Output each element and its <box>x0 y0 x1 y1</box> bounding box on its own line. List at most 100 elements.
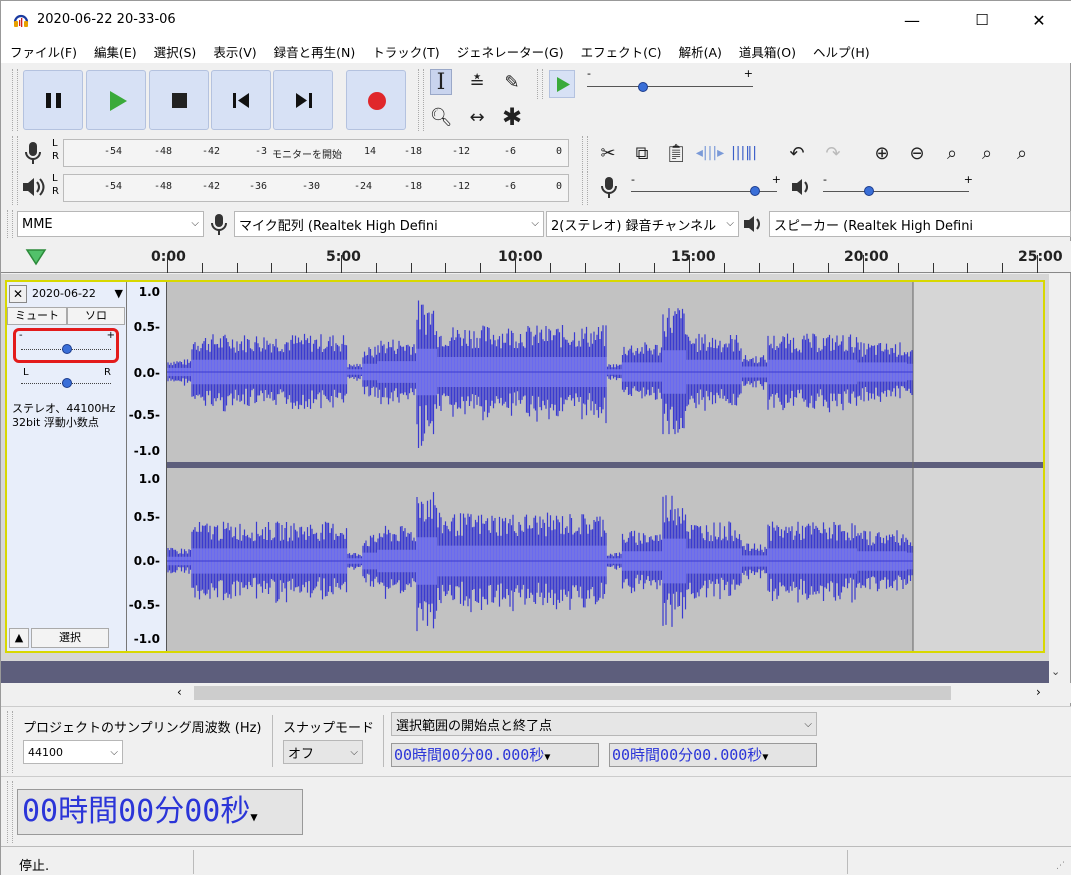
menu-item[interactable]: ファイル(F) <box>10 42 77 61</box>
menu-item[interactable]: 選択(S) <box>154 42 197 61</box>
toolbar-grip[interactable] <box>12 136 18 170</box>
timeshift-tool-button[interactable]: ↔ <box>466 104 488 130</box>
record-volume-slider[interactable]: - + <box>631 173 781 201</box>
copy-icon[interactable]: ⧉ <box>627 137 657 169</box>
slider-thumb[interactable] <box>750 186 760 196</box>
draw-tool-button[interactable]: ✎ <box>501 69 523 95</box>
ruler-label: 5:00 <box>326 249 361 265</box>
record-button[interactable] <box>346 70 406 130</box>
waveform[interactable] <box>167 282 1043 651</box>
redo-icon[interactable]: ↷ <box>817 137 849 169</box>
menu-item[interactable]: ヘルプ(H) <box>813 42 870 61</box>
menu-item[interactable]: 解析(A) <box>679 42 722 61</box>
solo-button[interactable]: ソロ <box>67 307 125 325</box>
close-button[interactable]: ✕ <box>1016 1 1062 39</box>
skip-to-end-button[interactable] <box>273 70 333 130</box>
zoom-out-icon[interactable]: ⊖ <box>901 137 933 169</box>
speaker-icon[interactable] <box>20 175 46 199</box>
record-meter[interactable]: -54 -48 -42 -3 モニターを開始 14 -18 -12 -6 0 <box>63 139 569 167</box>
toolbar-grip[interactable] <box>582 171 588 205</box>
resize-grip-icon[interactable]: ⋰ <box>1056 861 1065 871</box>
fit-selection-icon[interactable]: ⌕ <box>936 137 968 169</box>
audio-host-select[interactable]: MME ⌵ <box>17 211 204 237</box>
status-text: 停止. <box>19 859 50 874</box>
minimize-button[interactable]: — <box>889 1 935 39</box>
scroll-left-icon[interactable]: ‹ <box>177 685 182 699</box>
toolbar-grip[interactable] <box>418 69 424 131</box>
envelope-tool-button[interactable]: ≛ <box>466 69 488 95</box>
play-at-speed-button[interactable] <box>549 70 575 98</box>
menu-item[interactable]: 編集(E) <box>94 42 137 61</box>
selection-mode-select[interactable]: 選択範囲の開始点と終了点 ⌵ <box>391 712 817 736</box>
slider-thumb[interactable] <box>638 82 648 92</box>
recording-device-select[interactable]: マイク配列 (Realtek High Defini ⌵ <box>234 211 544 237</box>
playback-volume-slider[interactable]: - + <box>823 173 973 201</box>
microphone-icon[interactable] <box>22 140 44 166</box>
recording-channels-select[interactable]: 2(ステレオ) 録音チャンネル ⌵ <box>546 211 739 237</box>
select-track-button[interactable]: 選択 <box>31 628 109 648</box>
snap-mode-select[interactable]: オフ ⌵ <box>283 740 363 764</box>
trim-icon[interactable]: ◂|||▸ <box>695 137 725 169</box>
skip-to-start-button[interactable] <box>211 70 271 130</box>
amplitude-label: -1.0 <box>133 444 160 458</box>
collapse-track-button[interactable]: ▲ <box>9 628 29 648</box>
scroll-right-icon[interactable]: › <box>1036 685 1041 699</box>
slider-thumb[interactable] <box>62 378 72 388</box>
multi-tool-button[interactable]: ✱ <box>501 103 523 131</box>
close-track-button[interactable]: ✕ <box>9 285 27 303</box>
cut-icon[interactable]: ✂ <box>593 137 623 169</box>
window-title: 2020-06-22 20-33-06 <box>37 12 176 27</box>
toolbar-grip[interactable] <box>12 171 18 205</box>
vertical-ruler[interactable]: 1.0 0.5- 0.0- -0.5- -1.0 1.0 0.5- 0.0- -0.5- -1.0 <box>127 282 167 651</box>
stop-button[interactable] <box>149 70 209 130</box>
selection-tool-button[interactable]: I <box>430 69 452 95</box>
play-icon <box>110 91 127 111</box>
toolbar-grip[interactable] <box>12 69 18 131</box>
scroll-down-icon[interactable]: ⌄ <box>1051 665 1060 678</box>
toolbar-grip[interactable] <box>537 69 543 99</box>
menu-item[interactable]: トラック(T) <box>372 42 439 61</box>
undo-icon[interactable]: ↶ <box>781 137 813 169</box>
ibeam-icon: I <box>436 69 446 95</box>
scroll-thumb[interactable] <box>194 686 951 700</box>
fit-project-icon[interactable]: ⌕ <box>971 137 1003 169</box>
project-rate-select[interactable]: 44100 ⌵ <box>23 740 123 764</box>
play-icon <box>557 77 570 92</box>
menu-bar: ファイル(F) 編集(E) 選択(S) 表示(V) 録音と再生(N) トラック(T) ジェネ… <box>1 39 1071 63</box>
pan-slider[interactable]: L R <box>17 367 115 393</box>
menu-item[interactable]: エフェクト(C) <box>581 42 662 61</box>
asterisk-icon: ✱ <box>501 103 523 131</box>
zoom-toggle-icon[interactable]: ⌕ <box>1006 137 1038 169</box>
playback-device-select[interactable]: スピーカー (Realtek High Defini <box>769 211 1071 237</box>
zoom-tool-button[interactable]: 🔍︎ <box>430 104 453 130</box>
play-speed-slider[interactable]: - + <box>587 67 757 93</box>
pause-button[interactable] <box>23 70 83 130</box>
toolbar-grip[interactable] <box>582 136 588 170</box>
audio-position-display[interactable]: 00時間00分00秒▼ <box>17 789 303 835</box>
selection-start-time[interactable]: 00時間00分00.000秒▼ <box>391 743 599 767</box>
amplitude-label: 1.0 <box>138 285 160 299</box>
slider-thumb[interactable] <box>62 344 72 354</box>
horizontal-scrollbar[interactable]: ‹ › <box>1 683 1071 703</box>
track-control-panel: ✕ 2020-06-22 ▼ ミュート ソロ - + L R ステレオ、44100… <box>7 282 127 651</box>
meter-tick-label: -48 <box>154 146 173 157</box>
gain-slider[interactable]: - + <box>17 330 115 360</box>
menu-item[interactable]: ジェネレーター(G) <box>457 42 564 61</box>
paste-icon[interactable]: 📋︎ <box>661 137 691 169</box>
stop-icon <box>172 93 187 108</box>
maximize-button[interactable]: ☐ <box>959 1 1005 39</box>
timeline-ruler[interactable]: 0:00 5:00 10:00 15:00 20:00 25:00 <box>1 241 1071 273</box>
playback-meter[interactable]: -54 -48 -42 -36 -30 -24 -18 -12 -6 0 <box>63 174 569 202</box>
silence-icon[interactable]: |||‖| <box>729 137 759 169</box>
play-button[interactable] <box>86 70 146 130</box>
slider-thumb[interactable] <box>864 186 874 196</box>
selection-end-time[interactable]: 00時間00分00.000秒▼ <box>609 743 817 767</box>
toolbar-grip[interactable] <box>7 210 13 238</box>
zoom-in-icon[interactable]: ⊕ <box>866 137 898 169</box>
mute-button[interactable]: ミュート <box>7 307 67 325</box>
menu-item[interactable]: 録音と再生(N) <box>274 42 356 61</box>
meter-tick-label: -42 <box>202 181 221 192</box>
menu-item[interactable]: 表示(V) <box>213 42 256 61</box>
menu-item[interactable]: 道具箱(O) <box>739 42 796 61</box>
track-name-menu[interactable]: 2020-06-22 ▼ <box>29 285 125 303</box>
